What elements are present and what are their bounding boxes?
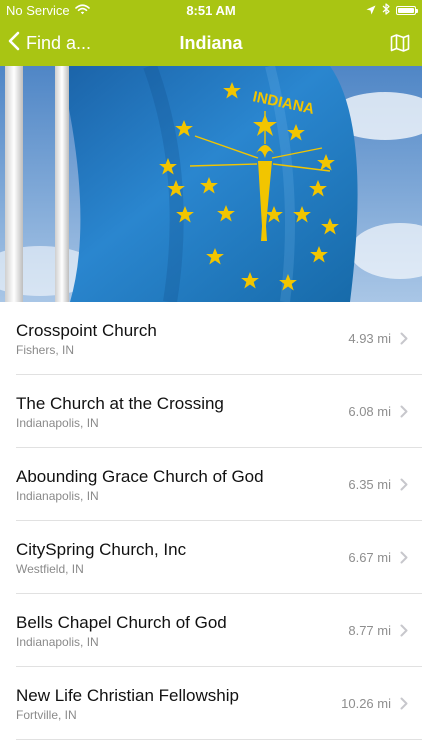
bluetooth-icon	[382, 3, 390, 18]
chevron-right-icon	[400, 624, 408, 642]
church-name: New Life Christian Fellowship	[16, 686, 239, 705]
church-list-item[interactable]: Abounding Grace Church of God Indianapoli…	[0, 448, 422, 521]
church-distance: 4.93 mi	[348, 331, 391, 346]
chevron-right-icon	[400, 332, 408, 350]
chevron-right-icon	[400, 697, 408, 715]
state-flag-banner: INDIANA	[0, 66, 422, 302]
status-bar: No Service 8:51 AM	[0, 0, 422, 22]
church-location: Fortville, IN	[16, 708, 77, 722]
church-name: Crosspoint Church	[16, 321, 157, 340]
church-name: The Church at the Crossing	[16, 394, 224, 413]
indiana-flag-image: INDIANA	[0, 66, 422, 302]
church-list-item[interactable]: New Life Christian Fellowship Fortville, …	[0, 667, 422, 740]
location-arrow-icon	[366, 3, 376, 18]
church-name: Bells Chapel Church of God	[16, 613, 227, 632]
church-list-item[interactable]: The Church at the Crossing Indianapolis, …	[0, 375, 422, 448]
church-list: Crosspoint Church Fishers, IN 4.93 mi The C…	[0, 302, 422, 740]
status-time: 8:51 AM	[186, 3, 236, 18]
church-location: Westfield, IN	[16, 562, 84, 576]
church-location: Indianapolis, IN	[16, 489, 99, 503]
church-list-item[interactable]: Bells Chapel Church of God Indianapolis, …	[0, 594, 422, 667]
battery-icon	[396, 6, 418, 15]
chevron-right-icon	[400, 551, 408, 569]
church-list-item[interactable]: CitySpring Church, Inc Westfield, IN 6.67 …	[0, 521, 422, 594]
top-bar: No Service 8:51 AM Find a... Indiana	[0, 0, 422, 66]
church-distance: 6.67 mi	[348, 550, 391, 565]
status-right	[366, 3, 418, 18]
battery-level	[398, 8, 414, 13]
map-icon	[390, 34, 410, 57]
map-button[interactable]	[390, 33, 410, 58]
chevron-right-icon	[400, 405, 408, 423]
church-location: Indianapolis, IN	[16, 416, 99, 430]
church-distance: 8.77 mi	[348, 623, 391, 638]
church-name: Abounding Grace Church of God	[16, 467, 264, 486]
church-distance: 10.26 mi	[341, 696, 391, 711]
church-distance: 6.35 mi	[348, 477, 391, 492]
church-name: CitySpring Church, Inc	[16, 540, 187, 559]
church-distance: 6.08 mi	[348, 404, 391, 419]
navigation-bar: Find a... Indiana	[0, 22, 422, 66]
page-title: Indiana	[179, 33, 243, 53]
church-list-item[interactable]: Crosspoint Church Fishers, IN 4.93 mi	[0, 302, 422, 375]
chevron-right-icon	[400, 478, 408, 496]
church-location: Fishers, IN	[16, 343, 75, 357]
church-location: Indianapolis, IN	[16, 635, 99, 649]
